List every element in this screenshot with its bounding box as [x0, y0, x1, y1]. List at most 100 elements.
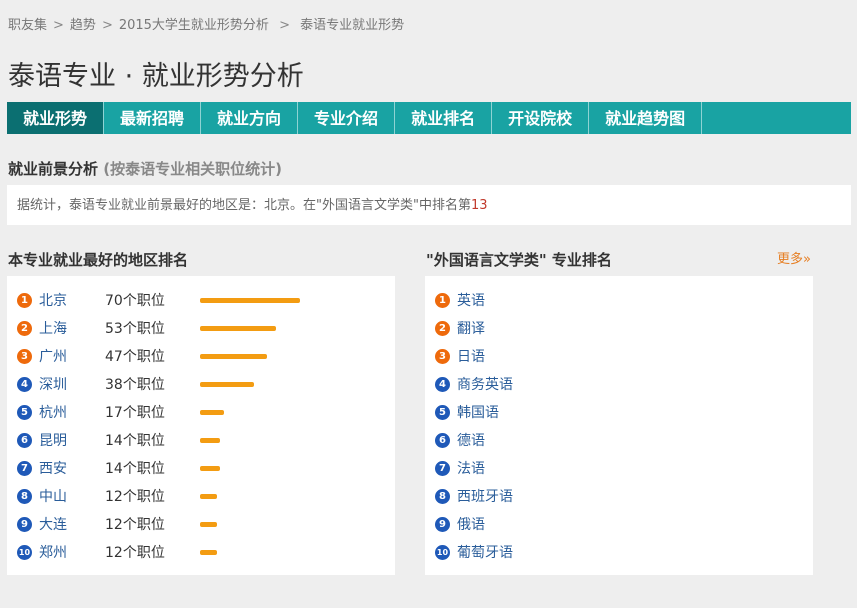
tab-latest-jobs[interactable]: 最新招聘: [104, 102, 202, 134]
prospect-text: 据统计，泰语专业就业前景最好的地区是：北京。在"外国语言文学类"中排名第: [17, 198, 471, 213]
rank-badge: 5: [435, 405, 450, 420]
job-count-bar: [200, 550, 217, 555]
rank-badge: 5: [17, 405, 32, 420]
major-name-link[interactable]: 葡萄牙语: [457, 542, 513, 562]
job-count: 12个职位: [105, 517, 165, 533]
rank-badge: 4: [435, 377, 450, 392]
prospect-subtitle: (按泰语专业相关职位统计): [103, 160, 282, 178]
major-row: 1 英语: [425, 286, 813, 314]
major-row: 8 西班牙语: [425, 482, 813, 510]
rank-badge: 7: [435, 461, 450, 476]
prospect-title: 就业前景分析: [8, 160, 99, 178]
rank-badge: 9: [17, 517, 32, 532]
breadcrumb-analysis-link[interactable]: 2015大学生就业形势分析: [119, 18, 269, 33]
region-row: 2 上海 53个职位: [7, 314, 395, 342]
rank-badge: 3: [435, 349, 450, 364]
rank-badge: 6: [435, 433, 450, 448]
region-name-link[interactable]: 深圳: [39, 374, 67, 394]
prospect-heading: 就业前景分析 (按泰语专业相关职位统计): [8, 158, 282, 179]
job-count-bar: [200, 410, 224, 415]
breadcrumb-home-link[interactable]: 职友集: [8, 18, 47, 33]
major-name-link[interactable]: 俄语: [457, 514, 485, 534]
region-name-link[interactable]: 郑州: [39, 542, 67, 562]
job-count: 12个职位: [105, 545, 165, 561]
tab-universities[interactable]: 开设院校: [492, 102, 590, 134]
tab-employment-ranking[interactable]: 就业排名: [395, 102, 493, 134]
major-row: 9 俄语: [425, 510, 813, 538]
major-ranking-title: "外国语言文学类" 专业排名: [426, 251, 612, 269]
rank-badge: 1: [435, 293, 450, 308]
tab-bar: 就业形势 最新招聘 就业方向 专业介绍 就业排名 开设院校 就业趋势图: [7, 102, 851, 134]
job-count-bar: [200, 382, 254, 387]
rank-badge: 8: [17, 489, 32, 504]
major-name-link[interactable]: 韩国语: [457, 402, 499, 422]
rank-badge: 8: [435, 489, 450, 504]
major-name-link[interactable]: 法语: [457, 458, 485, 478]
tab-employment-situation[interactable]: 就业形势: [7, 102, 105, 134]
major-name-link[interactable]: 德语: [457, 430, 485, 450]
region-row: 5 杭州 17个职位: [7, 398, 395, 426]
job-count: 17个职位: [105, 405, 165, 421]
job-count: 38个职位: [105, 377, 165, 393]
major-row: 2 翻译: [425, 314, 813, 342]
job-count-bar: [200, 438, 220, 443]
major-row: 6 德语: [425, 426, 813, 454]
region-name-link[interactable]: 北京: [39, 290, 67, 310]
region-row: 3 广州 47个职位: [7, 342, 395, 370]
major-name-link[interactable]: 西班牙语: [457, 486, 513, 506]
major-name-link[interactable]: 翻译: [457, 318, 485, 338]
rank-badge: 1: [17, 293, 32, 308]
rank-badge: 9: [435, 517, 450, 532]
region-row: 6 昆明 14个职位: [7, 426, 395, 454]
rank-badge: 10: [435, 545, 450, 560]
region-row: 8 中山 12个职位: [7, 482, 395, 510]
region-row: 4 深圳 38个职位: [7, 370, 395, 398]
tab-trend-chart[interactable]: 就业趋势图: [589, 102, 703, 134]
region-name-link[interactable]: 昆明: [39, 430, 67, 450]
prospect-rank: 13: [470, 198, 488, 213]
job-count-bar: [200, 466, 220, 471]
job-count-bar: [200, 354, 267, 359]
major-row: 3 日语: [425, 342, 813, 370]
region-row: 10 郑州 12个职位: [7, 538, 395, 566]
page-title: 泰语专业 · 就业形势分析: [8, 61, 304, 92]
major-row: 7 法语: [425, 454, 813, 482]
major-row: 10 葡萄牙语: [425, 538, 813, 566]
more-link[interactable]: 更多»: [777, 248, 811, 267]
rank-badge: 10: [17, 545, 32, 560]
region-row: 1 北京 70个职位: [7, 286, 395, 314]
region-ranking-title: 本专业就业最好的地区排名: [8, 251, 189, 269]
job-count: 53个职位: [105, 321, 165, 337]
job-count: 70个职位: [105, 293, 165, 309]
breadcrumb: 职友集 > 趋势 >2015大学生就业形势分析 > 泰语专业就业形势: [8, 14, 404, 33]
tab-career-direction[interactable]: 就业方向: [201, 102, 299, 134]
breadcrumb-separator: >: [101, 18, 113, 33]
region-ranking-panel: 1 北京 70个职位 2 上海 53个职位 3 广州 47个职位 4 深圳 38个职位 5 杭州 17个职位…: [7, 276, 395, 575]
breadcrumb-separator: >: [53, 18, 64, 33]
region-row: 7 西安 14个职位: [7, 454, 395, 482]
job-count-bar: [200, 494, 217, 499]
region-row: 9 大连 12个职位: [7, 510, 395, 538]
major-name-link[interactable]: 商务英语: [457, 374, 513, 394]
region-name-link[interactable]: 大连: [39, 514, 67, 534]
major-name-link[interactable]: 英语: [457, 290, 485, 310]
breadcrumb-separator: >: [274, 18, 295, 33]
rank-badge: 3: [17, 349, 32, 364]
region-name-link[interactable]: 中山: [39, 486, 67, 506]
region-name-link[interactable]: 杭州: [39, 402, 67, 422]
breadcrumb-trend-link[interactable]: 趋势: [70, 18, 96, 33]
major-ranking-panel: 1 英语 2 翻译 3 日语 4 商务英语 5 韩国语 6 德语 7 法语 8 西班牙语 9 俄语 10 葡萄牙语: [425, 276, 813, 575]
job-count: 14个职位: [105, 461, 165, 477]
breadcrumb-current: 泰语专业就业形势: [300, 18, 405, 33]
region-name-link[interactable]: 广州: [39, 346, 67, 366]
job-count-bar: [200, 326, 276, 331]
tab-major-intro[interactable]: 专业介绍: [298, 102, 396, 134]
job-count: 14个职位: [105, 433, 165, 449]
rank-badge: 7: [17, 461, 32, 476]
major-name-link[interactable]: 日语: [457, 346, 485, 366]
rank-badge: 2: [435, 321, 450, 336]
rank-badge: 6: [17, 433, 32, 448]
region-name-link[interactable]: 西安: [39, 458, 67, 478]
job-count: 12个职位: [105, 489, 165, 505]
region-name-link[interactable]: 上海: [39, 318, 67, 338]
